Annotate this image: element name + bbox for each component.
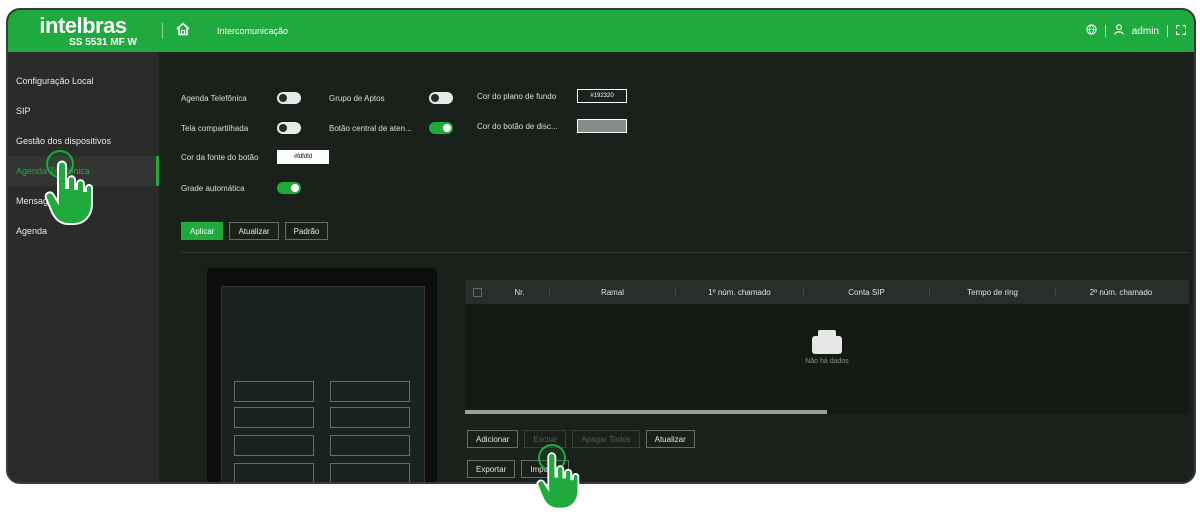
padrao-button[interactable]: Padrão: [284, 222, 329, 240]
top-bar: intelbras SS 5531 MF W Intercomunicação …: [8, 10, 1194, 52]
atualizar-table-button[interactable]: Atualizar: [645, 430, 695, 448]
logo: intelbras SS 5531 MF W: [8, 12, 158, 48]
select-all-checkbox[interactable]: [473, 287, 482, 297]
column-header-2-num[interactable]: 2º núm. chamado: [1056, 288, 1186, 297]
column-header-1-num[interactable]: 1º núm. chamado: [676, 287, 804, 297]
grupo-aptos-label: Grupo de Aptos: [329, 93, 385, 103]
preview-key: [234, 435, 314, 456]
home-icon[interactable]: [173, 21, 193, 41]
cor-fundo-picker[interactable]: #192320: [577, 89, 627, 103]
tela-compartilhada-label: Tela compartilhada: [181, 123, 249, 133]
user-icon[interactable]: [1113, 24, 1124, 38]
empty-tray-icon: [812, 330, 842, 354]
divider: [1167, 25, 1168, 37]
language-icon[interactable]: [1086, 24, 1097, 38]
aplicar-button[interactable]: Aplicar: [181, 222, 224, 240]
preview-key: [234, 407, 314, 428]
adicionar-button[interactable]: Adicionar: [467, 430, 519, 448]
pointing-hand-icon: [534, 450, 582, 512]
pointing-hand-icon: [42, 158, 96, 228]
exportar-button[interactable]: Exportar: [467, 460, 516, 478]
sidebar-item-gestao-dispositivos[interactable]: Gestão dos dispositivos: [8, 126, 159, 156]
grupo-aptos-toggle[interactable]: [429, 92, 453, 104]
atualizar-button[interactable]: Atualizar: [229, 222, 279, 240]
column-header-nr[interactable]: Nr.: [490, 287, 550, 297]
sidebar-item-configuracao-local[interactable]: Configuração Local: [8, 66, 159, 96]
sidebar: Configuração Local SIP Gestão dos dispos…: [8, 52, 159, 482]
preview-key: [234, 463, 314, 482]
botao-central-toggle[interactable]: [429, 122, 453, 134]
divider: [162, 23, 163, 39]
preview-screen: [221, 286, 425, 482]
app-window: intelbras SS 5531 MF W Intercomunicação …: [6, 8, 1196, 484]
main-content: Agenda Telefônica Grupo de Aptos Cor do …: [159, 52, 1194, 482]
agenda-telefonica-toggle[interactable]: [277, 92, 301, 104]
user-name[interactable]: admin: [1132, 26, 1159, 37]
horizontal-scrollbar[interactable]: [465, 410, 827, 414]
column-header-tempo-ring[interactable]: Tempo de ring: [930, 287, 1056, 297]
cor-botao-disc-picker[interactable]: [577, 119, 627, 133]
divider: [1104, 25, 1106, 37]
empty-state-text: Não há dados: [805, 358, 849, 365]
device-model: SS 5531 MF W: [69, 36, 137, 48]
column-header-conta-sip[interactable]: Conta SIP: [804, 287, 930, 297]
cor-fonte-label: Cor da fonte do botão: [181, 152, 259, 162]
table-header: Nr. Ramal 1º núm. chamado Conta SIP Temp…: [465, 280, 1189, 304]
device-preview: [207, 268, 437, 482]
agenda-telefonica-label: Agenda Telefônica: [181, 93, 247, 103]
preview-key: [330, 435, 410, 456]
cor-fundo-label: Cor do plano de fundo: [477, 91, 557, 101]
empty-state: Não há dados: [465, 330, 1189, 365]
cor-botao-disc-label: Cor do botão de disc...: [477, 121, 558, 131]
preview-key: [330, 463, 410, 482]
sidebar-item-sip[interactable]: SIP: [8, 96, 159, 126]
grade-automatica-label: Grade automática: [181, 183, 245, 193]
cor-fonte-picker[interactable]: #fdfdfd: [277, 150, 329, 164]
page-title: Intercomunicação: [217, 26, 289, 36]
preview-key: [330, 381, 410, 402]
brand-name: intelbras: [39, 12, 127, 38]
contacts-table: Nr. Ramal 1º núm. chamado Conta SIP Temp…: [465, 280, 1189, 414]
fullscreen-icon[interactable]: [1175, 24, 1187, 38]
preview-key: [330, 407, 410, 428]
apagar-todos-button[interactable]: Apagar Todos: [572, 430, 640, 448]
botao-central-label: Botão central de aten...: [329, 123, 412, 133]
column-header-ramal[interactable]: Ramal: [550, 287, 676, 297]
preview-key: [234, 381, 314, 402]
grade-automatica-toggle[interactable]: [277, 182, 301, 194]
tela-compartilhada-toggle[interactable]: [277, 122, 301, 134]
divider: [181, 252, 1189, 253]
